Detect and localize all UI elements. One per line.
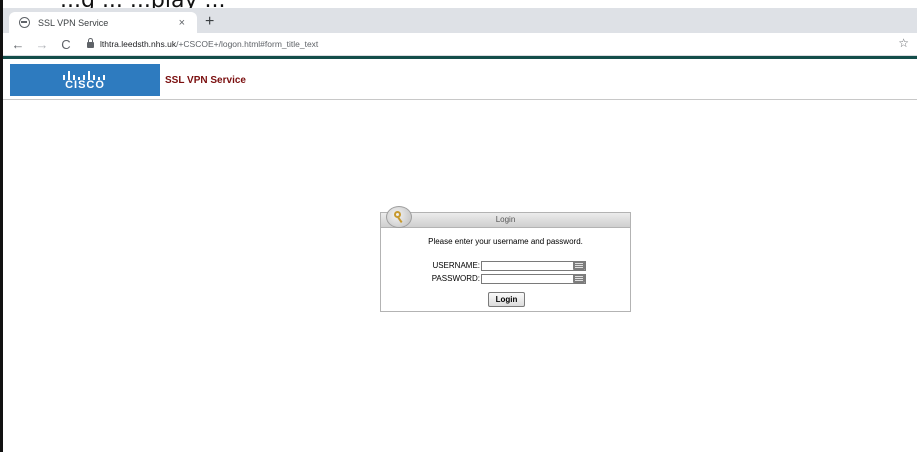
login-prompt: Please enter your username and password. [428, 237, 583, 246]
cisco-logo: CISCO [10, 64, 160, 96]
globe-icon [19, 17, 30, 28]
login-title: Login [495, 215, 516, 224]
url-path: /+CSCOE+/logon.html#form_title_text [176, 39, 319, 49]
login-panel: Login Please enter your username and pas… [380, 206, 631, 312]
new-tab-button[interactable]: + [205, 13, 214, 31]
forward-button[interactable]: → [33, 37, 51, 52]
browser-tab[interactable]: SSL VPN Service × [9, 12, 197, 33]
address-bar[interactable]: lthtra.leedsth.nhs.uk/+CSCOE+/logon.html… [100, 39, 318, 49]
logo-text: CISCO [65, 79, 105, 91]
bookmark-star-icon[interactable]: ☆ [898, 36, 909, 50]
reload-button[interactable]: C [57, 37, 75, 52]
browser-tabstrip: SSL VPN Service × + [3, 8, 917, 33]
url-host: lthtra.leedsth.nhs.uk [100, 39, 177, 49]
lock-icon[interactable] [87, 38, 94, 48]
tab-title: SSL VPN Service [38, 17, 109, 28]
page-caption: ...g ... ...play ... [60, 0, 620, 8]
login-button[interactable]: Login [488, 292, 525, 307]
username-label: USERNAME: [432, 261, 480, 270]
site-header: CISCO SSL VPN Service [3, 59, 917, 100]
keyboard-icon[interactable] [573, 261, 585, 270]
password-input[interactable] [481, 274, 586, 284]
username-input[interactable] [481, 261, 586, 271]
back-button[interactable]: ← [9, 37, 27, 52]
login-panel-header: Login [381, 206, 630, 228]
password-label: PASSWORD: [431, 274, 480, 283]
browser-toolbar: ← → C lthtra.leedsth.nhs.uk/+CSCOE+/logo… [3, 33, 917, 56]
service-title: SSL VPN Service [165, 75, 246, 86]
keyboard-icon[interactable] [573, 274, 585, 283]
close-icon[interactable]: × [179, 17, 185, 29]
